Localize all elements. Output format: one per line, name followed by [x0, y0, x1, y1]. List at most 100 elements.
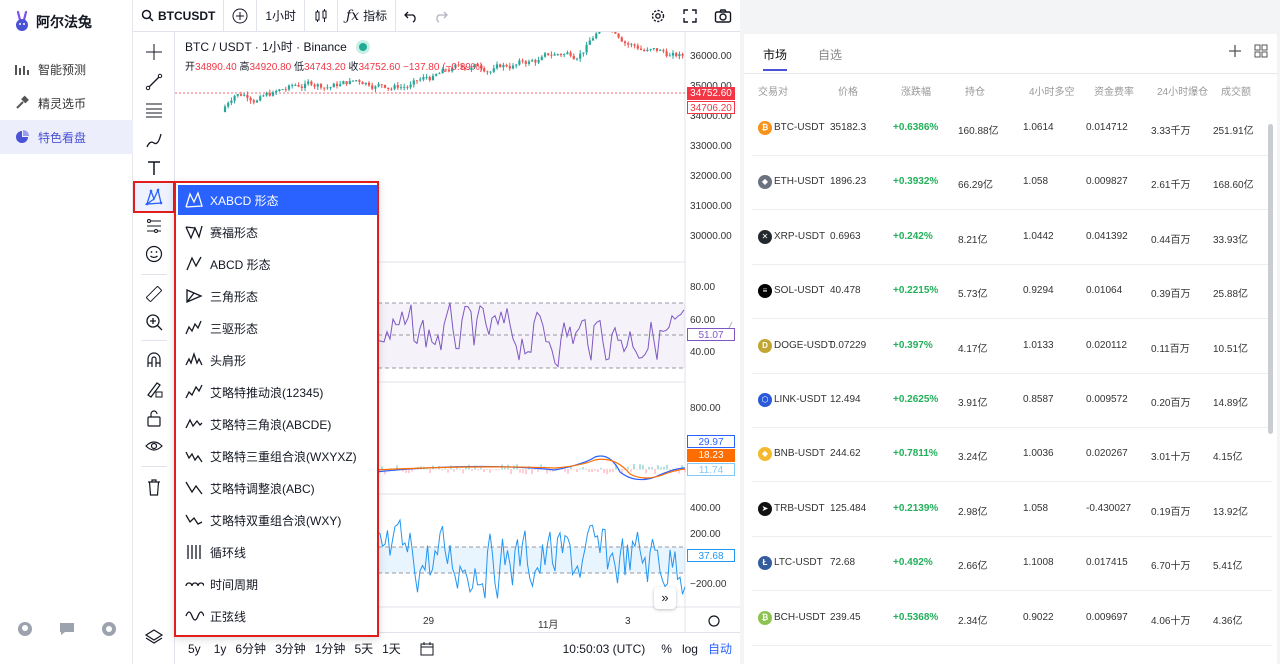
- cell-price: 1896.23: [830, 176, 867, 188]
- range-5y[interactable]: 5y: [188, 642, 201, 656]
- pattern-item[interactable]: 时间周期: [178, 569, 377, 599]
- pattern-item[interactable]: 艾略特推动浪(12345): [178, 377, 377, 407]
- nav-item-featured-board[interactable]: 特色看盘: [0, 120, 133, 154]
- col-header-long-short[interactable]: 4小时多空: [1029, 83, 1075, 98]
- candle-body: [515, 64, 518, 66]
- settings-icon[interactable]: [100, 620, 118, 638]
- range-1d[interactable]: 1天: [382, 640, 401, 657]
- chart-settings-button[interactable]: [642, 0, 674, 32]
- col-header-pair[interactable]: 交易对: [758, 83, 788, 98]
- measure-tool[interactable]: [142, 282, 166, 306]
- candle-body: [540, 56, 543, 61]
- tab-market[interactable]: 市场: [763, 46, 788, 71]
- col-header-price[interactable]: 价格: [838, 83, 858, 98]
- brush-tool[interactable]: [142, 128, 166, 152]
- low-value: 34743.20: [304, 62, 346, 73]
- scroll-to-realtime-button[interactable]: »: [654, 587, 676, 609]
- candle-body: [348, 80, 351, 85]
- compare-symbol-button[interactable]: [223, 0, 256, 32]
- chat-icon[interactable]: [58, 620, 76, 638]
- coin-icon: Ł: [758, 556, 772, 571]
- interval-button[interactable]: 1小时: [256, 0, 304, 32]
- table-row[interactable]: ₿ BCH-USDT 239.45 +0.5368% 2.34亿 0.9022 0.0096…: [752, 592, 1272, 646]
- macd-bar: [492, 469, 494, 470]
- trend-line-tool[interactable]: [142, 70, 166, 94]
- pattern-item[interactable]: 三角形态: [178, 281, 377, 311]
- goto-date-icon[interactable]: [419, 641, 435, 657]
- hide-drawings-tool[interactable]: [142, 434, 166, 458]
- range-1m[interactable]: 1分钟: [315, 640, 346, 657]
- coin-icon: ₿: [758, 121, 772, 135]
- chart-gear-icon[interactable]: [708, 615, 720, 627]
- table-row[interactable]: ◆ BNB-USDT 244.62 +0.7811% 3.24亿 1.0036 0.0202…: [752, 428, 1272, 483]
- zoom-tool[interactable]: [142, 310, 166, 334]
- macd-bar: [612, 469, 614, 472]
- utc-clock[interactable]: 10:50:03 (UTC): [563, 642, 646, 656]
- text-tool[interactable]: [142, 156, 166, 180]
- grid-icon[interactable]: [1254, 44, 1268, 58]
- app-logo[interactable]: 阿尔法兔: [12, 8, 92, 36]
- range-1y[interactable]: 1y: [214, 642, 227, 656]
- pattern-item[interactable]: 循环线: [178, 537, 377, 567]
- emoji-tool[interactable]: [142, 242, 166, 266]
- range-3m[interactable]: 3分钟: [275, 640, 306, 657]
- table-row[interactable]: Ł LTC-USDT 72.68 +0.492% 2.66亿 1.1008 0.017415…: [752, 537, 1272, 592]
- forecast-tool[interactable]: [142, 214, 166, 238]
- fullscreen-button[interactable]: [674, 0, 706, 32]
- pattern-item-label: 三角形态: [210, 289, 259, 304]
- table-row[interactable]: ◆ ETH-USDT 1896.23 +0.3932% 66.29亿 1.058 0.009…: [752, 156, 1272, 211]
- pattern-item[interactable]: 艾略特三角浪(ABCDE): [178, 409, 377, 439]
- col-header-funding[interactable]: 资金费率: [1094, 83, 1134, 98]
- crosshair-tool[interactable]: [142, 40, 166, 64]
- percent-scale-toggle[interactable]: %: [661, 642, 672, 656]
- stay-drawing-tool[interactable]: [142, 377, 166, 401]
- pattern-item[interactable]: 赛福形态: [178, 217, 377, 247]
- table-row[interactable]: ➤ TRB-USDT 125.484 +0.2139% 2.98亿 1.058 -0.430…: [752, 483, 1272, 537]
- patterns-tool[interactable]: [133, 181, 175, 213]
- pattern-item[interactable]: 三驱形态: [178, 313, 377, 343]
- range-5d[interactable]: 5天: [354, 640, 373, 657]
- nav-item-prediction[interactable]: 智能预测: [0, 52, 133, 86]
- indicators-button[interactable]: ƒx 指标: [337, 0, 395, 32]
- pattern-item[interactable]: ABCD 形态: [178, 249, 377, 279]
- market-scrollbar[interactable]: [1268, 124, 1273, 434]
- pattern-item[interactable]: 正弦线: [178, 601, 377, 631]
- pattern-item[interactable]: 艾略特调整浪(ABC): [178, 473, 377, 503]
- add-icon[interactable]: [1228, 44, 1242, 58]
- object-tree-tool[interactable]: [142, 625, 166, 649]
- nav-item-coin-picker[interactable]: 精灵选币: [0, 86, 133, 120]
- snapshot-button[interactable]: [706, 0, 740, 32]
- col-header-change[interactable]: 涨跌幅: [901, 83, 931, 98]
- redo-button[interactable]: [426, 0, 456, 32]
- coin-icon: ⬡: [758, 393, 772, 407]
- col-header-volume[interactable]: 成交额: [1221, 83, 1251, 98]
- pattern-item[interactable]: XABCD 形态: [178, 185, 377, 215]
- lock-tool[interactable]: [142, 406, 166, 430]
- pattern-item[interactable]: 艾略特三重组合浪(WXYXZ): [178, 441, 377, 471]
- col-header-liquidation[interactable]: 24小时爆仓: [1157, 83, 1208, 98]
- cell-price: 125.484: [830, 502, 867, 514]
- auto-scale-toggle[interactable]: 自动: [708, 640, 732, 657]
- magnet-icon: [147, 352, 161, 367]
- table-row[interactable]: ⬡ LINK-USDT 12.494 +0.2625% 3.91亿 0.8587 0.009…: [752, 374, 1272, 428]
- range-6m[interactable]: 6分钟: [235, 640, 266, 657]
- table-row[interactable]: ≡ SOL-USDT 40.478 +0.2215% 5.73亿 0.9294 0.0106…: [752, 265, 1272, 320]
- fib-tool[interactable]: [142, 98, 166, 122]
- tab-watchlist[interactable]: 自选: [818, 46, 842, 63]
- magnet-tool[interactable]: [142, 348, 166, 372]
- undo-button[interactable]: [395, 0, 426, 32]
- pattern-item[interactable]: 头肩形: [178, 345, 377, 375]
- pattern-item[interactable]: 艾略特双重组合浪(WXY): [178, 505, 377, 535]
- col-header-open-interest[interactable]: 持仓: [965, 83, 985, 98]
- log-scale-toggle[interactable]: log: [682, 642, 698, 656]
- table-row[interactable]: D DOGE-USDT 0.07229 +0.397% 4.17亿 1.0133 0.020…: [752, 320, 1272, 374]
- table-row[interactable]: ✕ XRP-USDT 0.6963 +0.242% 8.21亿 1.0442 0.04139…: [752, 211, 1272, 265]
- table-row[interactable]: ₿ BTC-USDT 35182.3 +0.6386% 160.88亿 1.0614 0.0…: [752, 102, 1272, 156]
- github-icon[interactable]: [16, 620, 34, 638]
- remove-drawings-tool[interactable]: [142, 475, 166, 499]
- cell-ls: 0.8587: [1023, 394, 1054, 405]
- chart-type-button[interactable]: [304, 0, 337, 32]
- candle-body: [569, 52, 572, 56]
- symbol-search[interactable]: BTCUSDT: [133, 0, 223, 32]
- macd-bar: [495, 469, 497, 471]
